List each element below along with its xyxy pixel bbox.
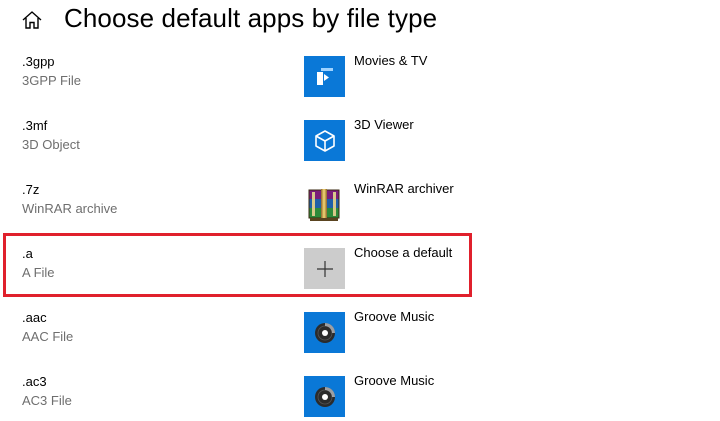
3d-viewer-icon <box>304 120 345 161</box>
file-type-row: .ac3 AC3 File Groove Music <box>0 373 720 421</box>
app-name: Groove Music <box>354 373 435 388</box>
movies-tv-icon <box>304 56 345 97</box>
file-type-row: .aac AAC File Groove Music <box>0 309 720 374</box>
file-type-description: 3GPP File <box>22 73 82 88</box>
app-name: Choose a default <box>354 245 453 260</box>
file-type-description: 3D Object <box>22 137 80 152</box>
file-type-description: WinRAR archive <box>22 201 118 216</box>
app-name: WinRAR archiver <box>354 181 454 196</box>
file-type-row: .3gpp 3GPP File Movies & TV <box>0 53 720 118</box>
file-type-row: .3mf 3D Object 3D Viewer <box>0 117 720 182</box>
file-type-row: .7z WinRAR archive WinRAR archiver <box>0 181 720 246</box>
winrar-icon <box>304 184 345 225</box>
choose-default-button[interactable]: Choose a default <box>304 245 504 290</box>
file-extension: .ac3 <box>22 374 47 389</box>
default-app-button[interactable]: Groove Music <box>304 309 504 354</box>
page-header: Choose default apps by file type <box>0 0 720 40</box>
file-extension: .7z <box>22 182 40 197</box>
file-extension: .aac <box>22 310 47 325</box>
file-extension: .3gpp <box>22 54 55 69</box>
default-app-button[interactable]: Movies & TV <box>304 53 504 98</box>
groove-music-icon <box>304 376 345 417</box>
file-extension: .a <box>22 246 33 261</box>
app-name: Groove Music <box>354 309 435 324</box>
default-app-button[interactable]: Groove Music <box>304 373 504 418</box>
file-extension: .3mf <box>22 118 48 133</box>
page-title: Choose default apps by file type <box>64 3 438 33</box>
plus-icon <box>304 248 345 289</box>
file-type-description: AC3 File <box>22 393 72 408</box>
app-name: 3D Viewer <box>354 117 414 132</box>
file-type-description: A File <box>22 265 55 280</box>
settings-page: Choose default apps by file type .3gpp 3… <box>0 0 720 421</box>
file-type-row: .a A File Choose a default <box>0 245 720 310</box>
default-app-button[interactable]: WinRAR archiver <box>304 181 504 226</box>
file-type-description: AAC File <box>22 329 74 344</box>
app-name: Movies & TV <box>354 53 428 68</box>
groove-music-icon <box>304 312 345 353</box>
home-icon[interactable] <box>21 10 43 30</box>
default-app-button[interactable]: 3D Viewer <box>304 117 504 162</box>
